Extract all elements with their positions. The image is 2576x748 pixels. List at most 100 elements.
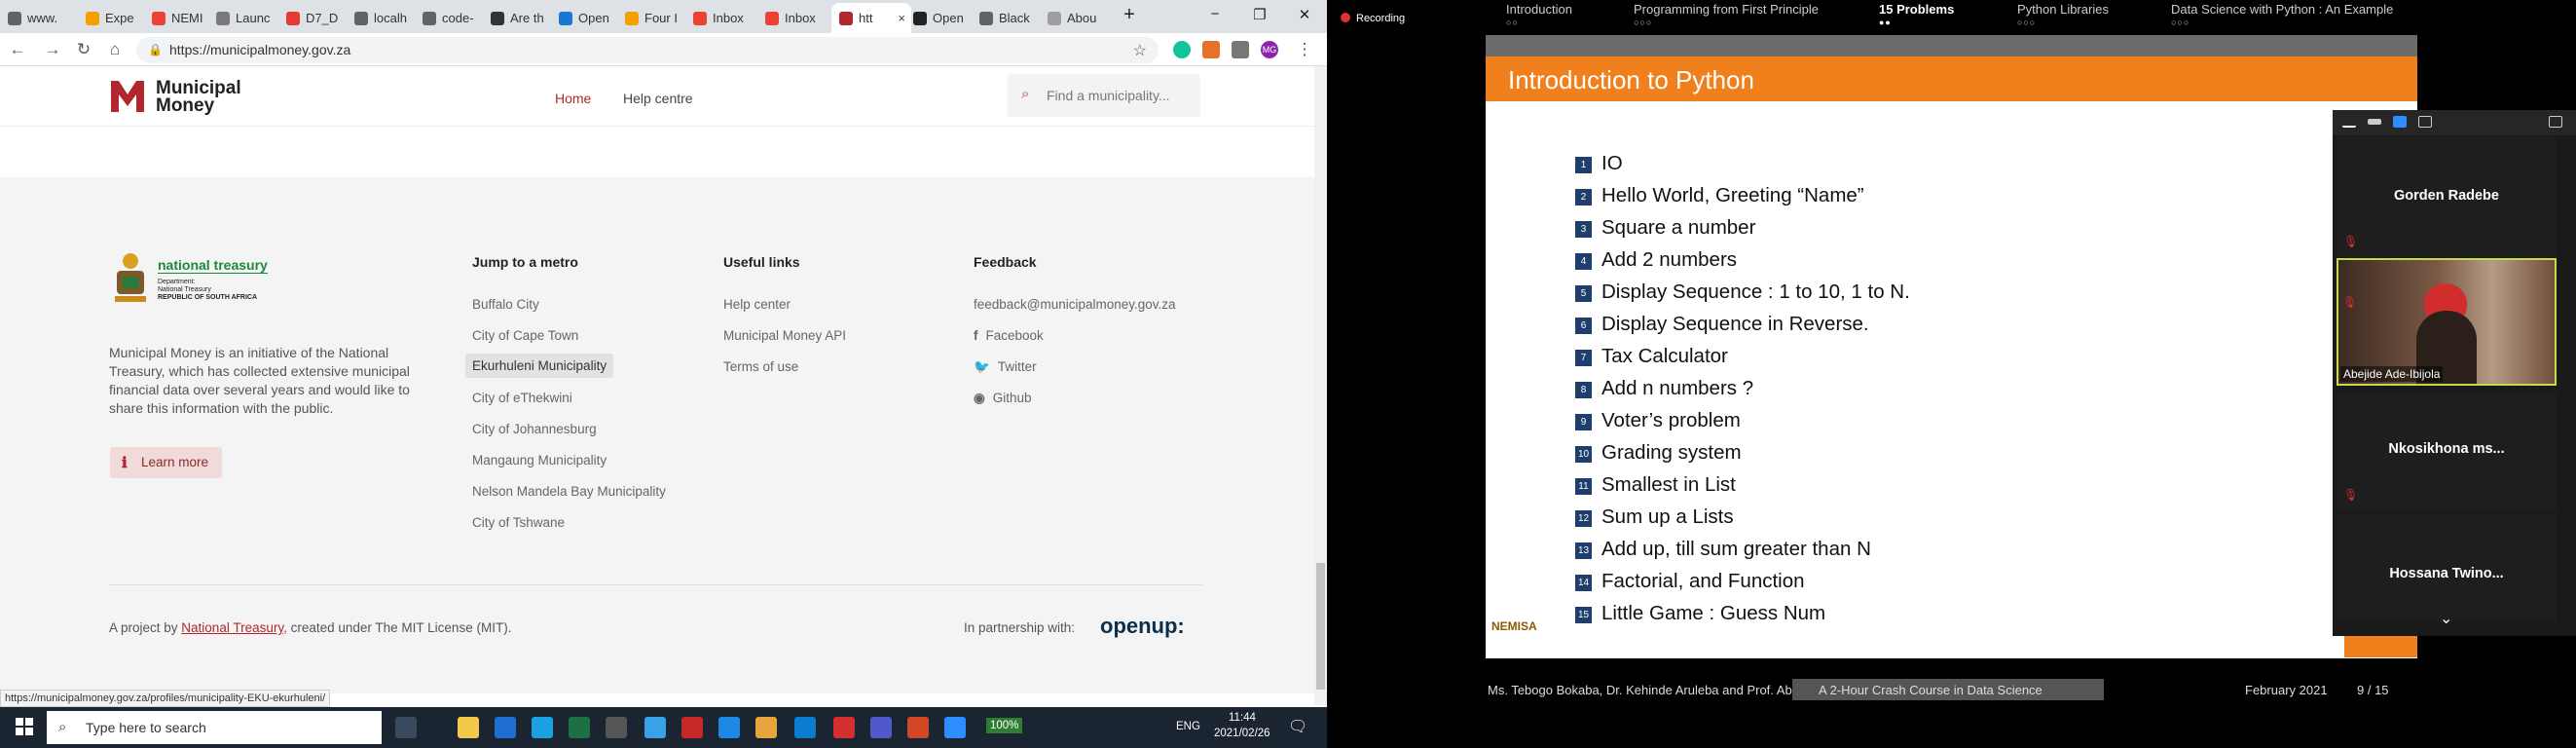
address-bar[interactable]: 🔒 https://municipalmoney.gov.za ☆ <box>136 37 1159 63</box>
useful-link[interactable]: Terms of use <box>723 359 798 374</box>
metro-link[interactable]: City of Cape Town <box>472 328 578 343</box>
clock-time[interactable]: 11:44 <box>1229 712 1256 724</box>
vscode-icon[interactable] <box>794 717 816 738</box>
gallery-grid-icon[interactable] <box>2418 116 2432 128</box>
openup-logo[interactable]: openup: <box>1100 614 1185 639</box>
useful-link[interactable]: Municipal Money API <box>723 328 846 343</box>
browser-tab[interactable]: Expe <box>78 3 146 33</box>
active-speaker-icon[interactable] <box>2368 119 2381 125</box>
store-icon[interactable] <box>606 717 627 738</box>
bookmark-star-icon[interactable]: ☆ <box>1133 41 1147 60</box>
municipality-search[interactable]: ⌕ Find a municipality... <box>1008 74 1200 117</box>
social-link[interactable]: ◉ Github <box>974 391 1032 406</box>
national-treasury-link[interactable]: National Treasury <box>181 620 283 635</box>
section-nav-item[interactable]: Data Science with Python : An Example ○○○ <box>2171 2 2393 27</box>
recording-indicator[interactable]: Recording <box>1341 13 1405 24</box>
new-tab-icon[interactable]: + <box>1120 4 1139 26</box>
social-link[interactable]: f Facebook <box>974 328 1044 343</box>
zoom-icon[interactable] <box>944 717 966 738</box>
forward-icon[interactable]: → <box>43 40 62 59</box>
menu-icon[interactable]: ⋮ <box>1295 40 1314 59</box>
page-scrollbar[interactable] <box>1314 66 1327 705</box>
participant-tile[interactable]: Hossana Twino... <box>2337 514 2557 621</box>
metro-link[interactable]: Mangaung Municipality <box>472 453 607 468</box>
excel-icon[interactable] <box>569 717 590 738</box>
browser-tab[interactable]: Inbox <box>757 3 826 33</box>
close-window-icon[interactable]: ✕ <box>1295 6 1314 23</box>
browser-tab[interactable]: htt × <box>831 3 911 33</box>
file-explorer-icon[interactable] <box>458 717 479 738</box>
maximize-window-icon[interactable]: ❐ <box>1250 6 1270 23</box>
gallery-strip-icon[interactable] <box>2393 116 2407 128</box>
profile-avatar[interactable]: MG <box>1261 41 1278 58</box>
minimize-panel-icon[interactable] <box>2342 116 2356 128</box>
back-icon[interactable]: ← <box>8 40 27 59</box>
useful-link[interactable]: Help center <box>723 297 791 312</box>
metro-link[interactable]: City of eThekwini <box>472 391 572 405</box>
browser-tab[interactable]: Abou <box>1040 3 1108 33</box>
clock-date[interactable]: 2021/02/26 <box>1214 728 1270 739</box>
metro-link[interactable]: Nelson Mandela Bay Municipality <box>472 484 666 499</box>
browser-tab[interactable]: code- <box>415 3 483 33</box>
task-view-icon[interactable] <box>395 717 417 738</box>
section-nav-item[interactable]: Python Libraries ○○○ <box>2017 2 2109 27</box>
browser-tab[interactable]: Four I <box>617 3 685 33</box>
social-link[interactable]: 🐦 Twitter <box>974 359 1037 375</box>
side-by-side-icon[interactable] <box>2549 116 2562 128</box>
chevron-down-icon[interactable]: ⌄ <box>2440 609 2452 628</box>
mail-icon[interactable] <box>495 717 516 738</box>
municipal-money-logo-icon[interactable] <box>109 77 146 114</box>
section-nav-item[interactable]: Introduction ○○ <box>1506 2 1572 27</box>
browser-tab[interactable]: Launc <box>208 3 276 33</box>
browser-tab[interactable]: Open <box>551 3 619 33</box>
learn-more-button[interactable]: ℹ Learn more <box>110 447 222 478</box>
national-treasury-logo[interactable]: national treasury Department: National T… <box>109 249 284 310</box>
extension-icon[interactable] <box>1202 41 1220 58</box>
problem-list-item: 9 Voter’s problem <box>1575 409 1741 432</box>
browser-tab[interactable]: D7_D <box>278 3 347 33</box>
app-l-icon[interactable] <box>644 717 666 738</box>
browser-tab[interactable]: www. <box>0 3 68 33</box>
notifications-icon[interactable]: 🗨 <box>1288 717 1307 736</box>
home-icon[interactable]: ⌂ <box>105 40 125 59</box>
chrome-icon[interactable] <box>755 717 777 738</box>
nav-home[interactable]: Home <box>555 91 591 106</box>
participant-video[interactable]: Abejide Ade-Ibijola <box>2337 258 2557 386</box>
browser-tab[interactable]: Black <box>972 3 1040 33</box>
site-logo-text[interactable]: Municipal Money <box>156 79 241 115</box>
feedback-email-link[interactable]: feedback@municipalmoney.gov.za <box>974 297 1176 312</box>
edge-icon[interactable] <box>532 717 553 738</box>
scrollbar-thumb[interactable] <box>1316 563 1325 690</box>
participant-tile[interactable]: Gorden Radebe 🎙 <box>2337 137 2557 256</box>
metro-link[interactable]: Ekurhuleni Municipality <box>465 354 614 378</box>
windows-start-icon[interactable] <box>16 718 33 735</box>
problem-list-item: 2 Hello World, Greeting “Name” <box>1575 184 1864 207</box>
photos-icon[interactable] <box>718 717 740 738</box>
metro-link[interactable]: City of Johannesburg <box>472 422 597 436</box>
rx-icon[interactable] <box>833 717 855 738</box>
close-tab-icon[interactable]: × <box>898 11 905 25</box>
section-nav-item[interactable]: 15 Problems ●● <box>1879 2 1954 27</box>
language-indicator[interactable]: ENG <box>1176 721 1200 732</box>
participant-tile[interactable]: Nkosikhona ms... 🎙 <box>2337 393 2557 511</box>
taskbar-search[interactable]: ⌕ Type here to search <box>47 711 382 744</box>
participant-name: Abejide Ade-Ibijola <box>2340 366 2444 382</box>
teams-icon[interactable] <box>870 717 892 738</box>
browser-tab[interactable]: NEMI <box>144 3 212 33</box>
tab-favicon-icon <box>979 11 993 25</box>
grammarly-icon[interactable] <box>1173 41 1191 58</box>
minimize-window-icon[interactable]: − <box>1205 6 1225 22</box>
puzzle-icon[interactable] <box>1232 41 1249 58</box>
browser-tab[interactable]: Open <box>905 3 974 33</box>
section-nav-item[interactable]: Programming from First Principle ○○○ <box>1634 2 1819 27</box>
reload-icon[interactable]: ↻ <box>74 40 93 59</box>
battery-indicator[interactable]: 100% <box>986 718 1023 733</box>
powerpoint-icon[interactable] <box>907 717 929 738</box>
metro-link[interactable]: City of Tshwane <box>472 515 565 530</box>
browser-tab[interactable]: localh <box>347 3 415 33</box>
metro-link[interactable]: Buffalo City <box>472 297 539 312</box>
mcafee-icon[interactable] <box>681 717 703 738</box>
browser-tab[interactable]: Are th <box>483 3 551 33</box>
browser-tab[interactable]: Inbox <box>685 3 754 33</box>
nav-help-centre[interactable]: Help centre <box>623 91 693 106</box>
